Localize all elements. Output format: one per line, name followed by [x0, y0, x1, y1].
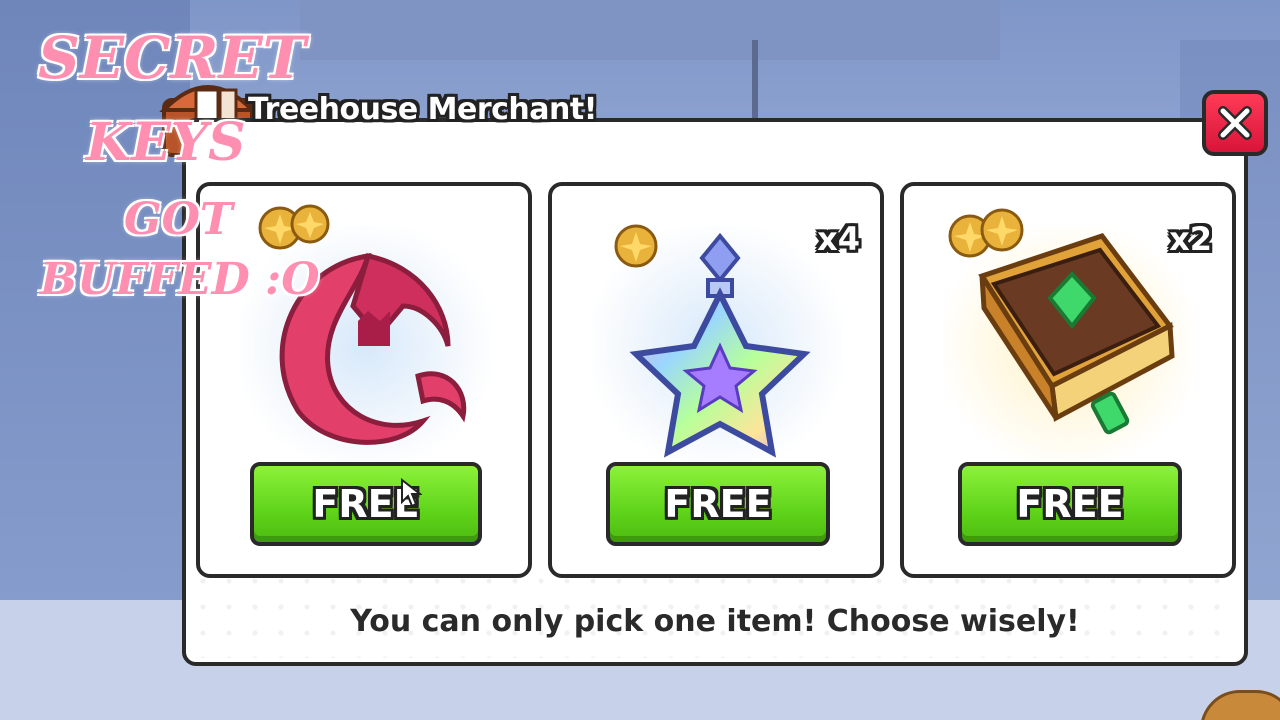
overlay-text-line-1: SECRET — [38, 24, 306, 92]
overlay-text-line-2: KEYS — [86, 112, 246, 173]
back-wall — [300, 0, 1000, 60]
free-button-3[interactable]: FREE — [958, 462, 1182, 546]
overlay-text-line-3: GOT — [124, 194, 233, 245]
item-card-2: x4 FREE — [548, 182, 884, 578]
close-icon — [1218, 106, 1252, 140]
gold-badge-icon — [614, 224, 658, 268]
pick-one-hint: You can only pick one item! Choose wisel… — [350, 604, 1080, 639]
item-quantity: x2 — [1169, 220, 1212, 258]
gold-badge-icon — [948, 208, 1024, 258]
pink-crescent-charm-icon — [258, 204, 467, 445]
gold-badge-icon — [258, 204, 330, 250]
mouse-cursor-icon — [401, 478, 422, 508]
item-card-3: x2 FREE — [900, 182, 1236, 578]
item-card-1: FREE — [196, 182, 532, 578]
merchant-title: Treehouse Merchant! — [248, 92, 597, 127]
item-quantity: x4 — [817, 220, 860, 258]
close-button[interactable] — [1202, 90, 1268, 156]
overlay-text-line-4: BUFFED :O — [40, 254, 320, 305]
free-button-2[interactable]: FREE — [606, 462, 830, 546]
free-button-label: FREE — [1016, 482, 1124, 526]
free-button-1[interactable]: FREE — [250, 462, 482, 546]
free-button-label: FREE — [664, 482, 772, 526]
pole — [752, 40, 758, 130]
